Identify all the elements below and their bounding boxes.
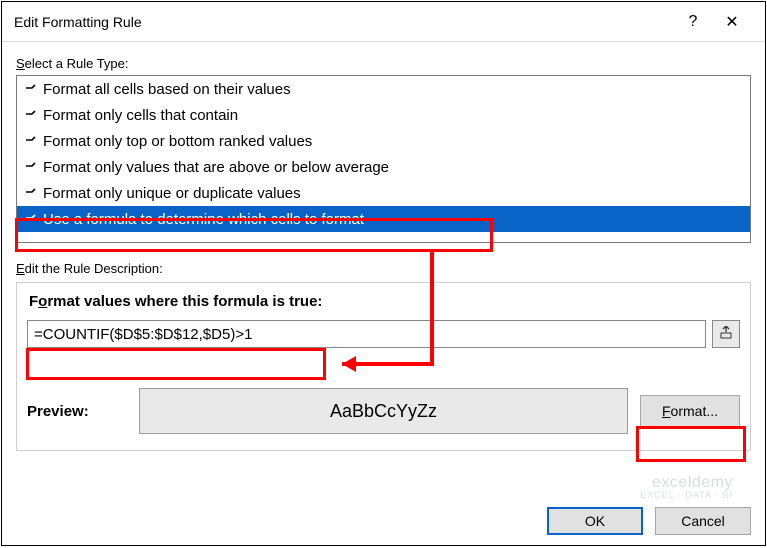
watermark: exceldemy EXCEL · DATA · BI	[640, 474, 733, 501]
rule-type-text: Format only values that are above or bel…	[43, 159, 389, 176]
rule-description-box: Format values where this formula is true…	[16, 282, 751, 451]
edit-formatting-rule-dialog: Edit Formatting Rule ? ✕ Select a Rule T…	[1, 1, 766, 546]
cancel-button[interactable]: Cancel	[655, 507, 751, 535]
rule-type-item[interactable]: Format all cells based on their values	[17, 76, 750, 102]
rule-description-label: Edit the Rule Description:	[16, 261, 751, 276]
rule-type-text: Format only top or bottom ranked values	[43, 133, 312, 150]
rule-type-item[interactable]: Format only cells that contain	[17, 102, 750, 128]
rule-type-list[interactable]: Format all cells based on their values F…	[16, 75, 751, 243]
rule-type-item-selected[interactable]: Use a formula to determine which cells t…	[17, 206, 750, 232]
close-button[interactable]: ✕	[711, 12, 753, 32]
formula-row: =COUNTIF($D$5:$D$12,$D5)>1	[27, 320, 740, 348]
formula-value: =COUNTIF($D$5:$D$12,$D5)>1	[34, 326, 252, 343]
ok-button[interactable]: OK	[547, 507, 643, 535]
bullet-icon	[25, 214, 37, 224]
help-button[interactable]: ?	[675, 13, 711, 31]
dialog-buttons: OK Cancel	[547, 507, 751, 535]
bullet-icon	[25, 110, 37, 120]
bullet-icon	[25, 162, 37, 172]
formula-input[interactable]: =COUNTIF($D$5:$D$12,$D5)>1	[27, 320, 706, 348]
formula-label: Format values where this formula is true…	[29, 293, 740, 310]
bullet-icon	[25, 188, 37, 198]
preview-sample: AaBbCcYyZz	[139, 388, 628, 434]
format-button[interactable]: Format...	[640, 395, 740, 427]
rule-type-label: Select a Rule Type:	[16, 56, 751, 71]
preview-label: Preview:	[27, 403, 127, 420]
rule-type-text: Format all cells based on their values	[43, 81, 291, 98]
rule-type-text: Format only cells that contain	[43, 107, 238, 124]
dialog-title: Edit Formatting Rule	[14, 14, 675, 30]
bullet-icon	[25, 136, 37, 146]
bullet-icon	[25, 84, 37, 94]
collapse-dialog-button[interactable]	[712, 320, 740, 348]
rule-type-item[interactable]: Format only unique or duplicate values	[17, 180, 750, 206]
preview-row: Preview: AaBbCcYyZz Format...	[27, 388, 740, 434]
rule-type-item[interactable]: Format only top or bottom ranked values	[17, 128, 750, 154]
titlebar: Edit Formatting Rule ? ✕	[2, 2, 765, 42]
rule-type-text: Use a formula to determine which cells t…	[43, 211, 364, 228]
dialog-content: Select a Rule Type: Format all cells bas…	[2, 42, 765, 451]
range-selector-icon	[719, 326, 733, 343]
rule-type-item[interactable]: Format only values that are above or bel…	[17, 154, 750, 180]
rule-type-text: Format only unique or duplicate values	[43, 185, 301, 202]
